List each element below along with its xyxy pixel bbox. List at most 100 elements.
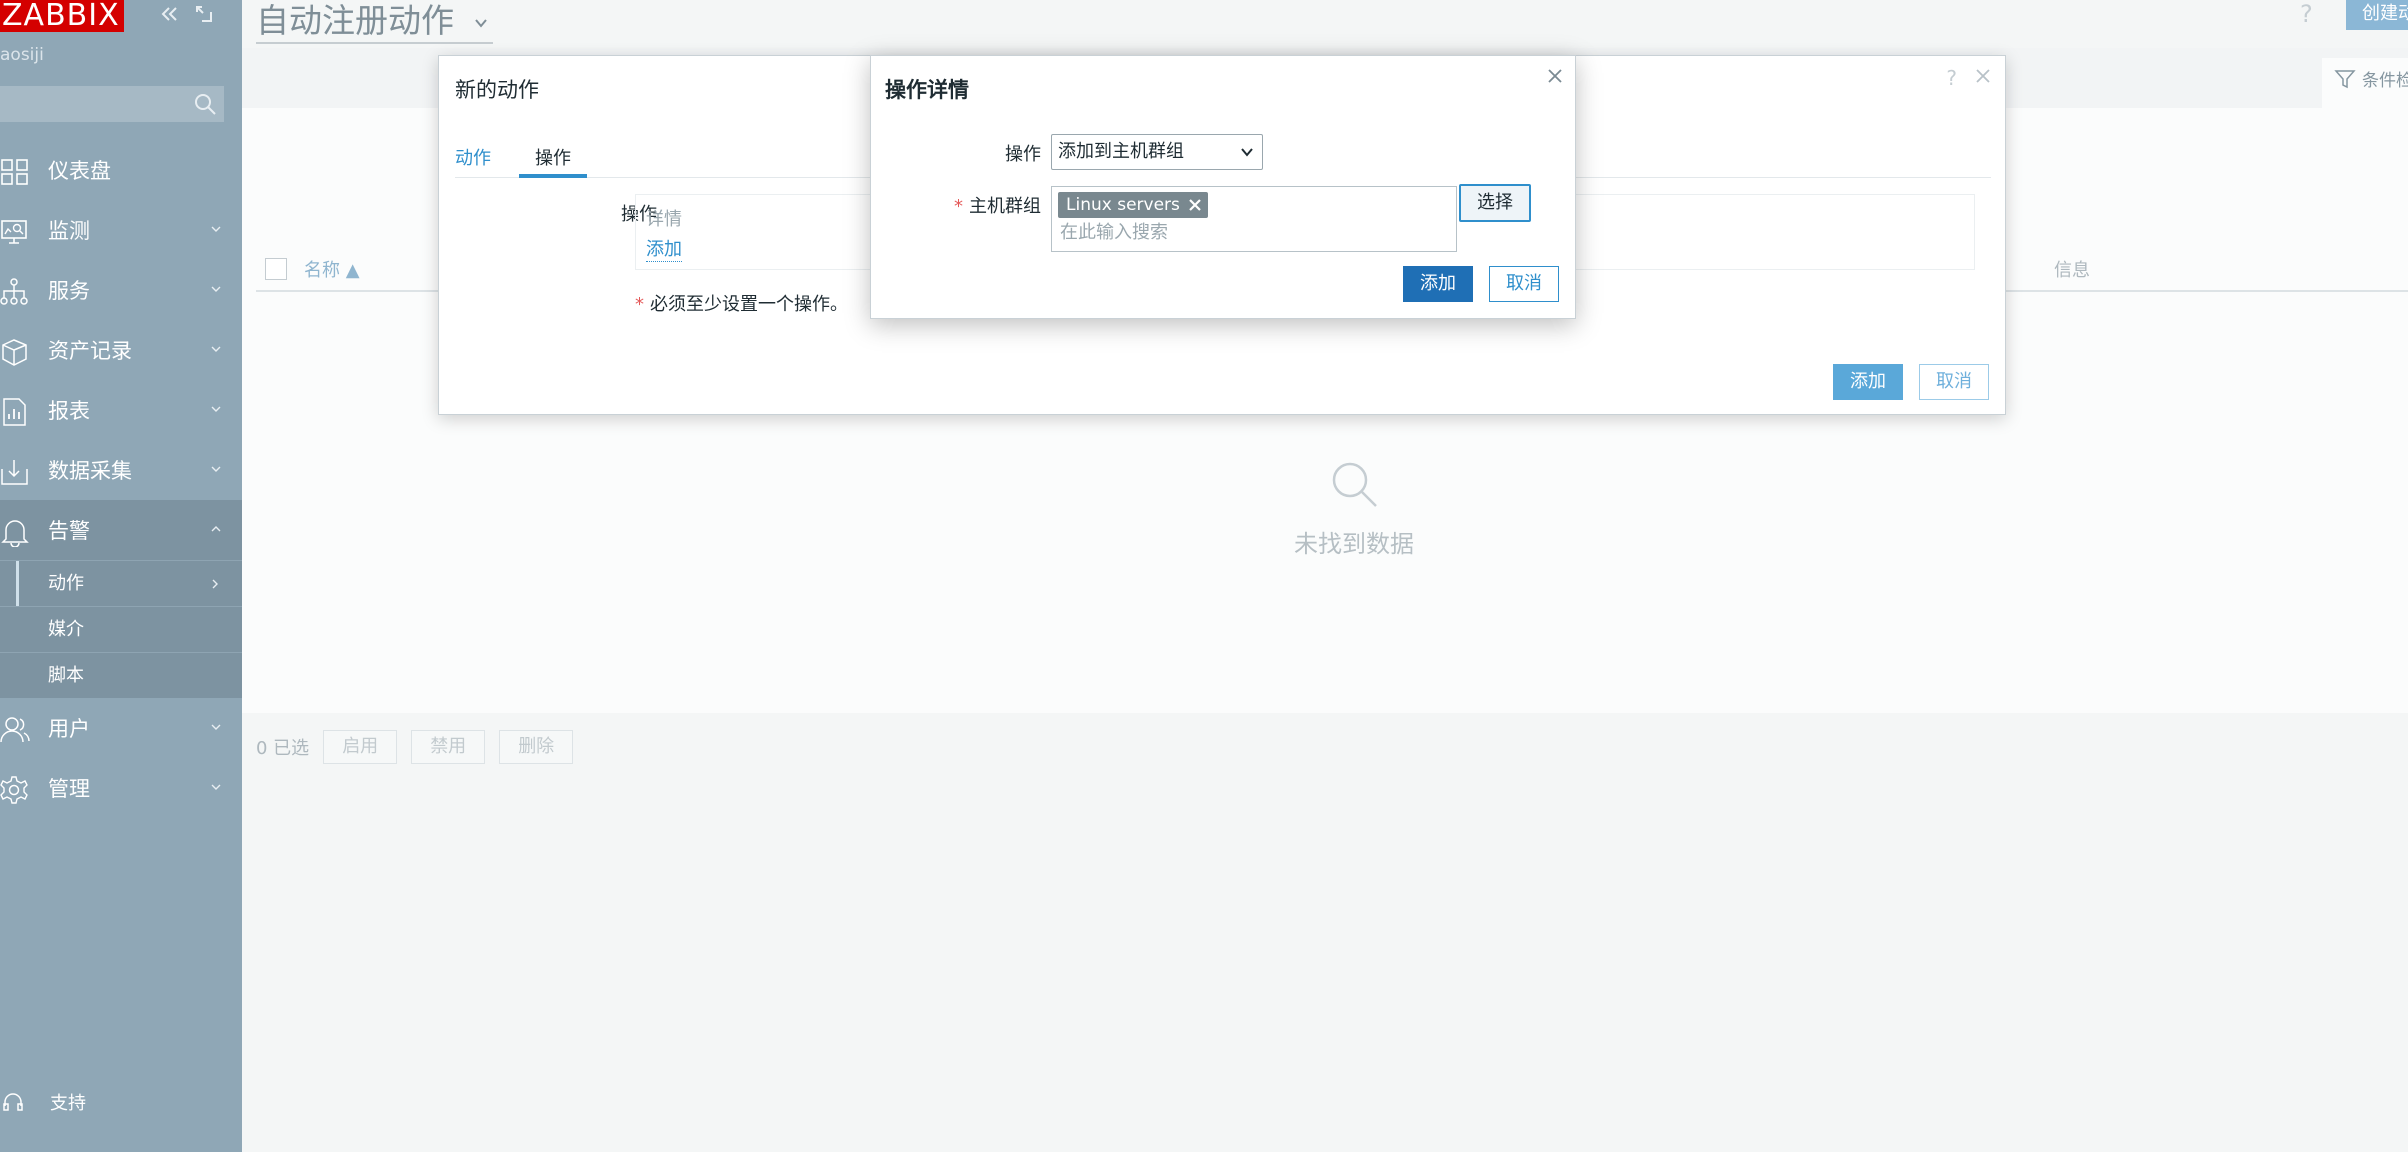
- operation-type-select[interactable]: 添加到主机群组: [1051, 134, 1263, 170]
- zabbix-logo[interactable]: ZABBIX: [0, 0, 124, 32]
- note-text: 必须至少设置一个操作。: [650, 294, 848, 315]
- submenu-item-scripts[interactable]: 脚本: [0, 652, 242, 698]
- submenu-item-media-types[interactable]: 媒介: [0, 606, 242, 652]
- search-icon: [1332, 462, 1377, 507]
- sidebar-item-label: 用户: [48, 717, 90, 741]
- chevron-down-icon: [211, 226, 221, 232]
- sidebar-item-inventory[interactable]: 资产记录: [0, 320, 242, 380]
- filter-icon: [2334, 69, 2356, 88]
- sidebar-item-label: 监测: [48, 219, 90, 243]
- support-label: 支持: [50, 1093, 86, 1114]
- required-asterisk: *: [954, 196, 963, 217]
- headset-icon: [3, 1093, 23, 1111]
- sidebar-item-dashboards[interactable]: 仪表盘: [0, 140, 242, 200]
- select-button[interactable]: 选择: [1459, 184, 1531, 222]
- host-group-chip: Linux servers: [1058, 192, 1208, 218]
- mass-action-bar: 0 已选 启用 禁用 删除: [256, 730, 574, 764]
- delete-button[interactable]: 删除: [499, 730, 574, 764]
- filter-toggle[interactable]: 条件检: [2334, 66, 2408, 91]
- services-icon: [0, 278, 28, 305]
- chevron-down-icon: [211, 466, 221, 472]
- sidebar-item-alerts[interactable]: 告警: [0, 500, 242, 560]
- help-icon[interactable]: ?: [1946, 66, 1957, 90]
- operation-label: 操作: [1005, 144, 1041, 165]
- filter-label: 条件检: [2362, 71, 2408, 91]
- submenu-item-label: 脚本: [48, 665, 84, 686]
- chevron-down-icon: [474, 18, 487, 28]
- add-button[interactable]: 添加: [1403, 266, 1473, 302]
- host-group-label-text: 主机群组: [969, 196, 1041, 217]
- sidebar-item-label: 数据采集: [48, 459, 132, 483]
- server-name: aosiji: [0, 45, 44, 65]
- dashboard-icon: [1, 159, 28, 185]
- create-action-button[interactable]: 创建动作: [2346, 0, 2408, 30]
- tab-action[interactable]: 动作: [455, 144, 491, 170]
- sidebar-search-field[interactable]: [0, 86, 224, 122]
- details-column-header: 详情: [646, 209, 682, 230]
- help-icon[interactable]: ?: [2300, 0, 2313, 28]
- cancel-button[interactable]: 取消: [1489, 266, 1559, 302]
- operations-requirement-note: * 必须至少设置一个操作。: [635, 290, 848, 316]
- dialog-title: 新的动作: [455, 78, 539, 102]
- chevron-up-icon: [211, 526, 221, 532]
- inventory-icon: [2, 339, 27, 366]
- sidebar-item-label: 管理: [48, 777, 90, 801]
- bell-icon: [1, 520, 29, 547]
- remove-icon[interactable]: [1188, 198, 1202, 212]
- chevron-down-icon: [211, 286, 221, 292]
- tab-operations[interactable]: 操作: [519, 144, 587, 178]
- reports-icon: [3, 398, 26, 426]
- chevron-down-icon: [211, 406, 221, 412]
- host-group-search-input[interactable]: [1060, 222, 1440, 243]
- host-group-multiselect[interactable]: Linux servers: [1051, 186, 1457, 252]
- sidebar-item-services[interactable]: 服务: [0, 260, 242, 320]
- collapse-sidebar-icon[interactable]: [156, 2, 184, 28]
- support-link[interactable]: 支持: [0, 1090, 86, 1114]
- submenu-item-actions[interactable]: 动作: [0, 560, 242, 607]
- operation-type-value: 添加到主机群组: [1058, 141, 1184, 162]
- column-header-name[interactable]: 名称 ▲: [304, 256, 360, 282]
- select-all-checkbox[interactable]: [265, 258, 287, 280]
- sidebar-item-reports[interactable]: 报表: [0, 380, 242, 440]
- submenu-item-label: 媒介: [48, 619, 84, 640]
- chevron-right-icon: [212, 579, 218, 589]
- enable-button[interactable]: 启用: [323, 730, 398, 764]
- users-icon: [0, 717, 30, 743]
- page-title-text: 自动注册动作: [256, 1, 454, 40]
- sidebar-item-monitoring[interactable]: 监测: [0, 200, 242, 260]
- page-title[interactable]: 自动注册动作: [256, 0, 493, 44]
- sidebar-item-label: 报表: [48, 399, 90, 423]
- submenu-item-label: 动作: [48, 573, 84, 594]
- selected-count: 0 已选: [256, 738, 310, 759]
- close-icon[interactable]: [1545, 66, 1565, 86]
- sidebar-item-label: 告警: [48, 519, 90, 543]
- add-operation-link[interactable]: 添加: [646, 235, 682, 262]
- monitoring-icon: [1, 220, 27, 244]
- kiosk-mode-icon[interactable]: [190, 2, 218, 28]
- sidebar-item-label: 资产记录: [48, 339, 132, 363]
- disable-button[interactable]: 禁用: [411, 730, 486, 764]
- chevron-down-icon: [211, 724, 221, 730]
- close-icon[interactable]: [1973, 66, 1993, 86]
- sidebar: ZABBIX aosiji 仪表盘 监测 服务 资产记录 报表 数据采集 告警 …: [0, 0, 242, 1152]
- operation-details-dialog: 操作详情 操作 添加到主机群组 * 主机群组 Linux servers 选择 添…: [870, 55, 1576, 319]
- chevron-down-icon: [1241, 148, 1253, 157]
- chevron-down-icon: [211, 784, 221, 790]
- chip-label: Linux servers: [1066, 195, 1180, 215]
- dialog-title: 操作详情: [885, 78, 969, 102]
- sidebar-item-administration[interactable]: 管理: [0, 758, 242, 818]
- gear-icon: [0, 776, 28, 804]
- search-icon[interactable]: [192, 91, 218, 117]
- data-collection-icon: [1, 460, 28, 485]
- main-menu: 仪表盘 监测 服务 资产记录 报表 数据采集 告警 动作 媒介 脚本 用户 管理: [0, 140, 242, 818]
- chevron-down-icon: [211, 346, 221, 352]
- cancel-button[interactable]: 取消: [1919, 364, 1989, 400]
- alerts-submenu: 动作 媒介 脚本: [0, 560, 242, 698]
- column-header-info: 信息: [2054, 260, 2090, 281]
- no-data-message: 未找到数据: [1294, 530, 1414, 558]
- required-asterisk: *: [635, 294, 644, 315]
- sidebar-item-data-collection[interactable]: 数据采集: [0, 440, 242, 500]
- add-button[interactable]: 添加: [1833, 364, 1903, 400]
- sidebar-item-label: 仪表盘: [48, 159, 111, 183]
- sidebar-item-users[interactable]: 用户: [0, 698, 242, 758]
